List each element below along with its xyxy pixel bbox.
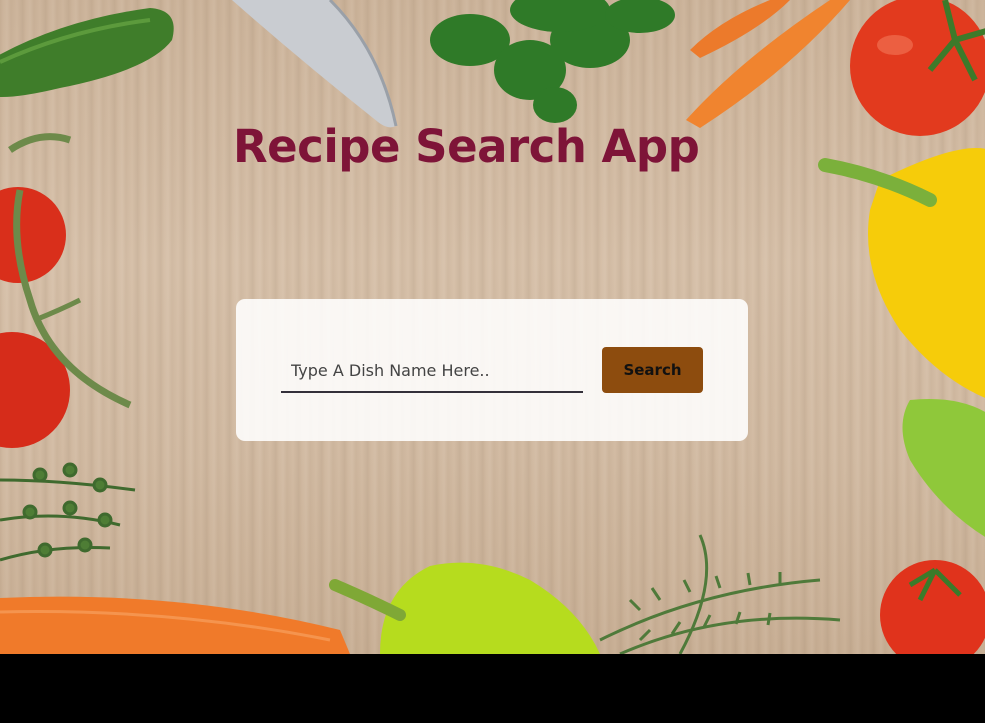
green-pepper-bottom-illustration [329, 562, 600, 654]
tomato-vine-left-illustration [0, 133, 132, 448]
tomato-top-right-illustration [850, 0, 985, 136]
page-title: Recipe Search App [233, 120, 700, 173]
page-background: Recipe Search App Search [0, 0, 985, 654]
carrot-top-illustration [686, 0, 850, 128]
thyme-illustration [0, 462, 136, 562]
search-card: Search [236, 299, 748, 441]
search-input[interactable] [281, 349, 583, 393]
carrot-bottom-illustration [0, 596, 350, 654]
yellow-pepper-illustration [818, 148, 985, 398]
cucumber-illustration [0, 8, 174, 97]
knife-illustration [232, 0, 398, 128]
tomato-bottom-right-illustration [880, 560, 985, 654]
rosemary-illustration [599, 534, 841, 654]
parsley-illustration [430, 0, 675, 123]
bottom-black-area [0, 654, 985, 723]
search-button[interactable]: Search [602, 347, 703, 393]
green-pepper-right-illustration [902, 399, 985, 537]
